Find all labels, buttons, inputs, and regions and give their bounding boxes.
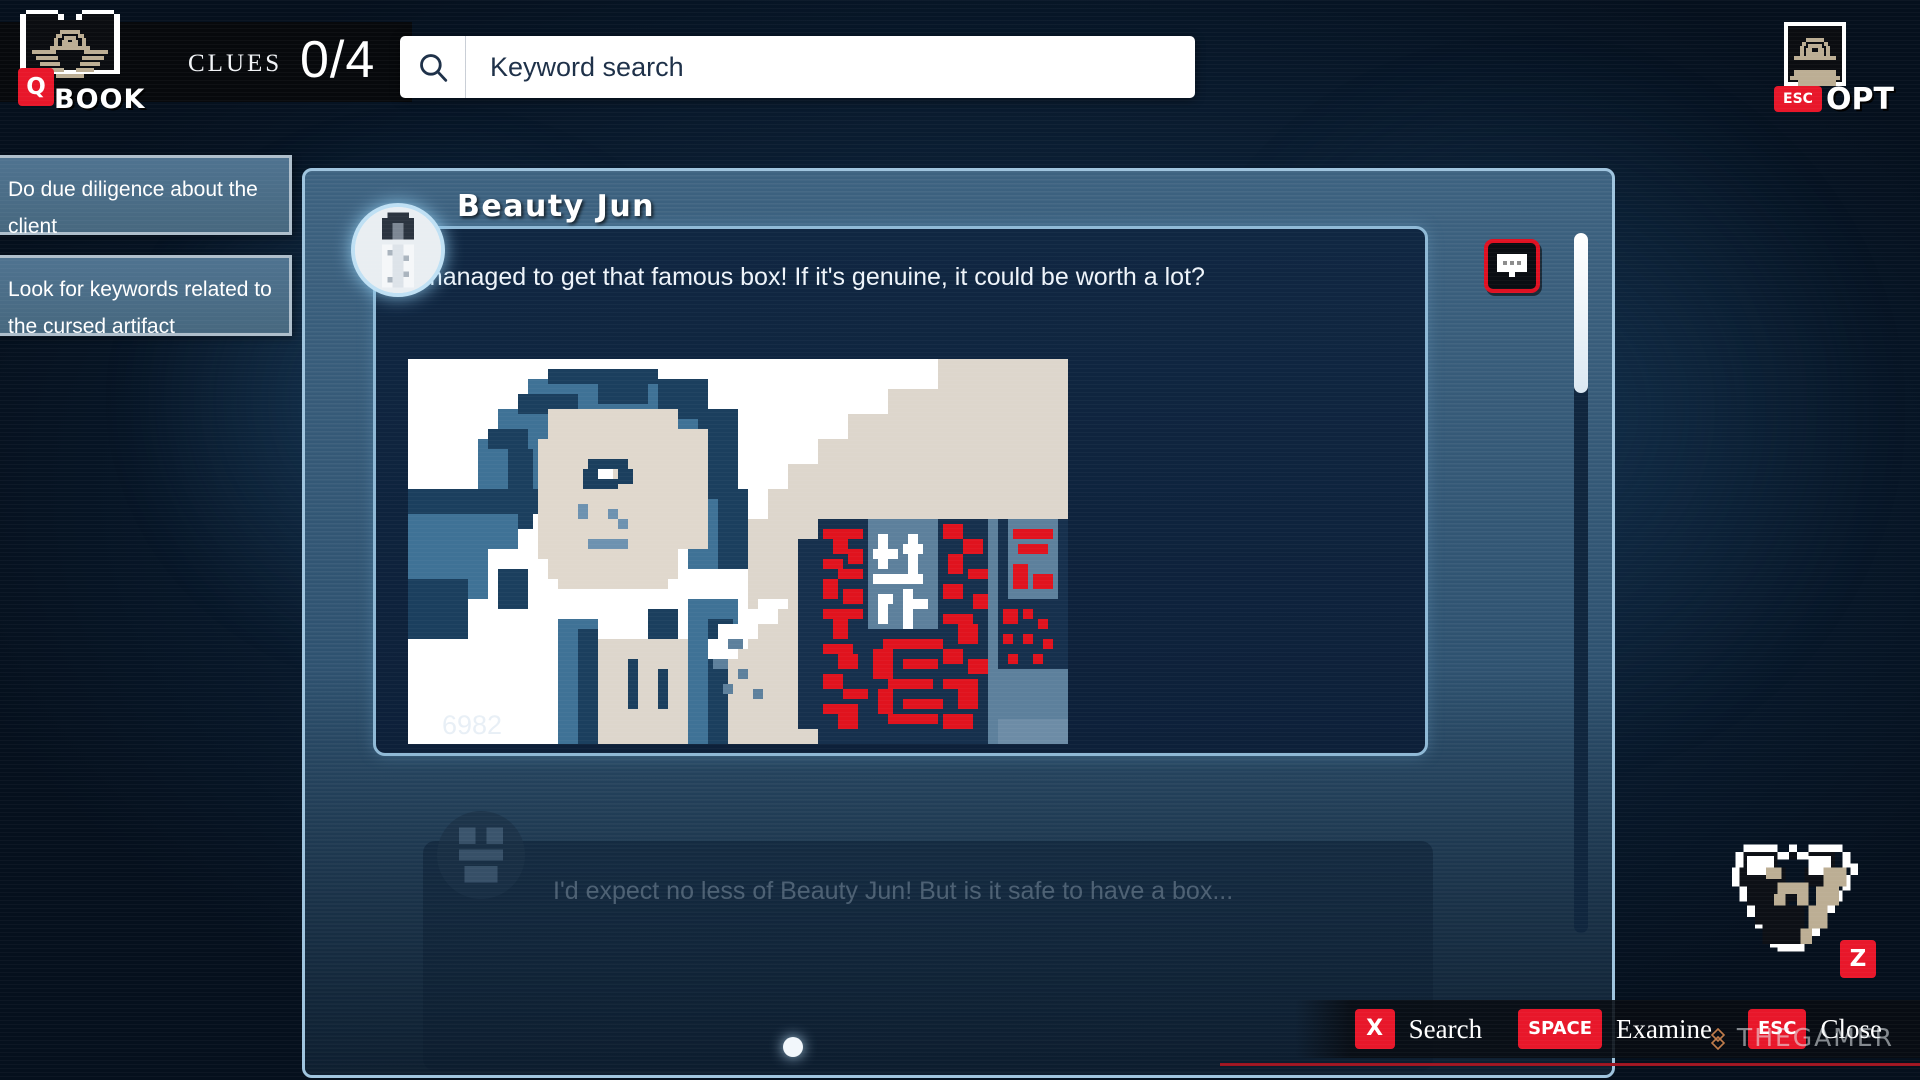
avatar-next	[437, 811, 525, 899]
watermark-text: THEGAMER	[1736, 1023, 1894, 1052]
objective-card[interactable]: Do due diligence about the client	[0, 155, 292, 238]
speaker-name: Beauty Jun	[457, 189, 656, 224]
flame-count: 6982	[442, 710, 503, 740]
objective-card[interactable]: Look for keywords related to the cursed …	[0, 255, 292, 338]
next-dialogue-text: I'd expect no less of Beauty Jun! But is…	[553, 877, 1234, 905]
search-icon	[400, 36, 466, 98]
flame-icon	[408, 708, 430, 743]
scrollbar[interactable]	[1574, 233, 1588, 933]
pet-button[interactable]: Z	[1728, 840, 1908, 990]
dog-face-icon	[1728, 840, 1858, 952]
next-dialogue-bubble[interactable]: I'd expect no less of Beauty Jun! But is…	[423, 841, 1433, 1071]
watermark: THEGAMER	[1707, 1023, 1894, 1052]
options-label: OPT	[1826, 82, 1894, 117]
search-input[interactable]: Keyword search	[400, 36, 1195, 98]
clues-label: CLUES	[188, 50, 283, 77]
key-badge-x[interactable]: X	[1354, 1009, 1395, 1049]
flame-counter: 6982	[408, 708, 502, 743]
dialogue-panel: Beauty Jun I managed to get that famous …	[302, 168, 1615, 1078]
hint-label-search: Search	[1408, 1013, 1483, 1044]
search-placeholder: Keyword search	[490, 51, 684, 82]
clues-counter: 0/4	[300, 31, 376, 89]
key-badge-q[interactable]: Q	[18, 68, 54, 106]
key-badge-esc-top[interactable]: ESC	[1774, 86, 1822, 112]
hint-search[interactable]: X Search	[1354, 1009, 1483, 1049]
scrollbar-thumb[interactable]	[1574, 233, 1588, 393]
hintbar-rule	[1220, 1063, 1920, 1066]
avatar	[351, 203, 445, 297]
book-label: BOOK	[54, 84, 146, 115]
game-screen: Q BOOK CLUES 0/4 Keyword search ESC OPT …	[0, 0, 1920, 1080]
key-badge-z[interactable]: Z	[1840, 940, 1876, 978]
key-badge-space[interactable]: SPACE	[1518, 1009, 1603, 1049]
chat-bubble-icon[interactable]	[1484, 239, 1540, 293]
dialogue-bubble[interactable]: I managed to get that famous box! If it'…	[373, 226, 1428, 756]
hint-examine[interactable]: SPACE Examine	[1518, 1009, 1712, 1049]
dialogue-image[interactable]	[408, 359, 1068, 744]
watermark-diamond-icon	[1707, 1027, 1729, 1050]
hint-label-examine: Examine	[1616, 1013, 1712, 1044]
scroll-indicator-dot	[783, 1037, 803, 1057]
options-button[interactable]: ESC OPT	[1750, 12, 1900, 122]
dialogue-text: I managed to get that famous box! If it'…	[408, 263, 1205, 291]
